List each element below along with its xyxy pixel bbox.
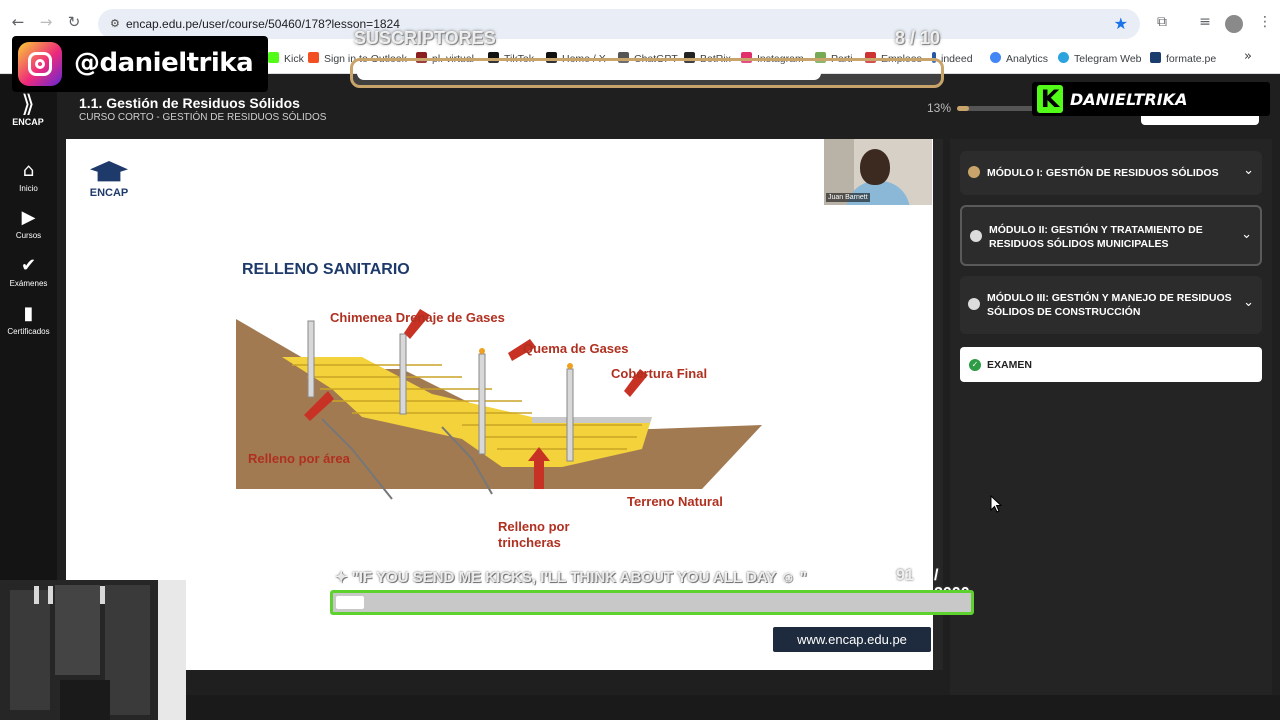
check-circle-icon: ✓ [969, 359, 981, 371]
kick-handle: DANIELTRIKA [1070, 90, 1188, 109]
status-dot-icon [968, 298, 980, 310]
sidebar-item-label: Inicio [19, 184, 38, 193]
graduation-cap-icon [90, 161, 128, 182]
course-progress-fill [957, 106, 969, 111]
kicks-goal-count: 91 [896, 567, 914, 584]
lesson-bottom-strip [57, 670, 943, 695]
sparkle-icon: ✦ [335, 569, 352, 586]
module-title: MÓDULO II: GESTIÓN Y TRATAMIENTO DE RESI… [989, 224, 1203, 250]
wink-emoji-icon: ☺ [780, 569, 796, 586]
sidebar-item-label: Exámenes [9, 279, 48, 288]
subs-goal-bar [350, 58, 944, 88]
subs-goal-fill [357, 66, 821, 80]
label-trincheras-1: Relleno por [498, 519, 570, 534]
kicks-goal-text: ✦ "IF YOU SEND ME KICKS, I'LL THINK ABOU… [335, 569, 807, 586]
instagram-handle: @danieltrika [74, 48, 254, 78]
instagram-icon [18, 42, 62, 86]
module-item-1[interactable]: MÓDULO I: GESTIÓN DE RESIDUOS SÓLIDOS ⌄ [960, 151, 1262, 195]
kicks-goal-overlay: ✦ "IF YOU SEND ME KICKS, I'LL THINK ABOU… [330, 565, 974, 617]
site-settings-icon[interactable]: ⚙ [110, 17, 123, 30]
extensions-icon[interactable]: ⧉ [1153, 14, 1171, 32]
reload-icon[interactable]: ↻ [66, 14, 82, 30]
streamer-webcam [0, 580, 186, 720]
kick-logo-icon: K [1037, 85, 1063, 113]
chevron-down-icon[interactable]: ⌄ [1241, 227, 1252, 242]
bookmark-kick[interactable]: Kick [268, 52, 304, 65]
website-badge: www.encap.edu.pe [773, 627, 931, 652]
sidebar-item-certificados[interactable]: ▮ Certificados [0, 303, 57, 337]
back-icon[interactable]: ← [10, 14, 26, 30]
status-dot-icon [970, 230, 982, 242]
home-icon: ⌂ [22, 160, 35, 181]
bookmark-analytics[interactable]: Analytics [990, 52, 1048, 65]
sidebar-item-inicio[interactable]: ⌂ Inicio [0, 160, 57, 194]
bookmark-telegram[interactable]: Telegram Web [1058, 52, 1142, 65]
menu-icon[interactable]: ⋮ [1256, 14, 1274, 32]
brand-name: ENCAP [12, 117, 44, 127]
slide-logo-text: ENCAP [89, 187, 129, 199]
forward-icon[interactable]: → [38, 14, 54, 30]
bookmark-icon: ▮ [23, 303, 34, 324]
bookmark-formate[interactable]: formate.pe [1150, 52, 1216, 65]
label-terreno: Terreno Natural [627, 494, 723, 509]
slide-title: RELLENO SANITARIO [242, 261, 410, 278]
sidebar-item-cursos[interactable]: ▶ Cursos [0, 207, 57, 241]
module-title: MÓDULO I: GESTIÓN DE RESIDUOS SÓLIDOS [987, 167, 1219, 179]
encap-logo[interactable]: ⟫ ENCAP [8, 91, 48, 135]
profile-avatar[interactable] [1225, 15, 1243, 33]
subs-goal-count: 8 / 10 [894, 28, 940, 48]
kicks-goal-message: "IF YOU SEND ME KICKS, I'LL THINK ABOUT … [351, 569, 777, 586]
label-trincheras-2: trincheras [498, 535, 561, 550]
sidebar-item-label: Certificados [7, 327, 50, 336]
module-item-2[interactable]: MÓDULO II: GESTIÓN Y TRATAMIENTO DE RESI… [960, 205, 1262, 266]
progress-percent: 13% [927, 101, 952, 115]
exam-item[interactable]: ✓ EXAMEN [960, 347, 1262, 382]
bottom-bar [0, 695, 1280, 720]
module-item-3[interactable]: MÓDULO III: GESTIÓN Y MANEJO DE RESIDUOS… [960, 276, 1262, 334]
label-area: Relleno por área [248, 451, 350, 466]
presenter-name: Juan Barnett [826, 193, 870, 202]
kick-overlay: K DANIELTRIKA [1032, 82, 1270, 116]
modules-panel: MÓDULO I: GESTIÓN DE RESIDUOS SÓLIDOS ⌄ … [950, 139, 1272, 695]
bookmark-star-icon[interactable]: ★ [1114, 14, 1128, 33]
chevron-down-icon[interactable]: ⌄ [1243, 163, 1254, 178]
lesson-title: 1.1. Gestión de Residuos Sólidos [79, 95, 300, 111]
instagram-overlay: @danieltrika [12, 36, 268, 92]
sidebar-item-examenes[interactable]: ✔ Exámenes [0, 255, 57, 289]
kicks-goal-bar [330, 590, 974, 615]
subs-goal-label: SUSCRIPTORES [354, 28, 496, 48]
chevron-down-icon[interactable]: ⌄ [1243, 295, 1254, 310]
slide-logo: ENCAP [88, 161, 130, 205]
play-circle-icon: ▶ [21, 207, 36, 228]
label-chimenea: Chimenea Drenaje de Gases [330, 310, 505, 325]
presenter-webcam: Juan Barnett [824, 139, 932, 205]
encap-logo-icon: ⟫ [21, 90, 35, 118]
more-bookmarks-icon[interactable]: » [1244, 49, 1252, 64]
kicks-goal-fill [336, 596, 364, 609]
sidebar-item-label: Cursos [15, 231, 42, 240]
check-icon: ✔ [20, 255, 37, 276]
exam-label: EXAMEN [987, 359, 1032, 371]
completed-icon [968, 166, 980, 178]
media-icon[interactable]: ≡ [1196, 14, 1214, 32]
label-quema: Quema de Gases [523, 341, 629, 356]
mouse-cursor-icon [990, 495, 1002, 513]
course-subtitle: CURSO CORTO - GESTIÓN DE RESIDUOS SÓLIDO… [79, 112, 327, 123]
module-title: MÓDULO III: GESTIÓN Y MANEJO DE RESIDUOS… [987, 292, 1232, 318]
label-cobertura: Cobertura Final [611, 366, 708, 381]
subscriber-goal-overlay: SUSCRIPTORES 8 / 10 [350, 28, 944, 90]
